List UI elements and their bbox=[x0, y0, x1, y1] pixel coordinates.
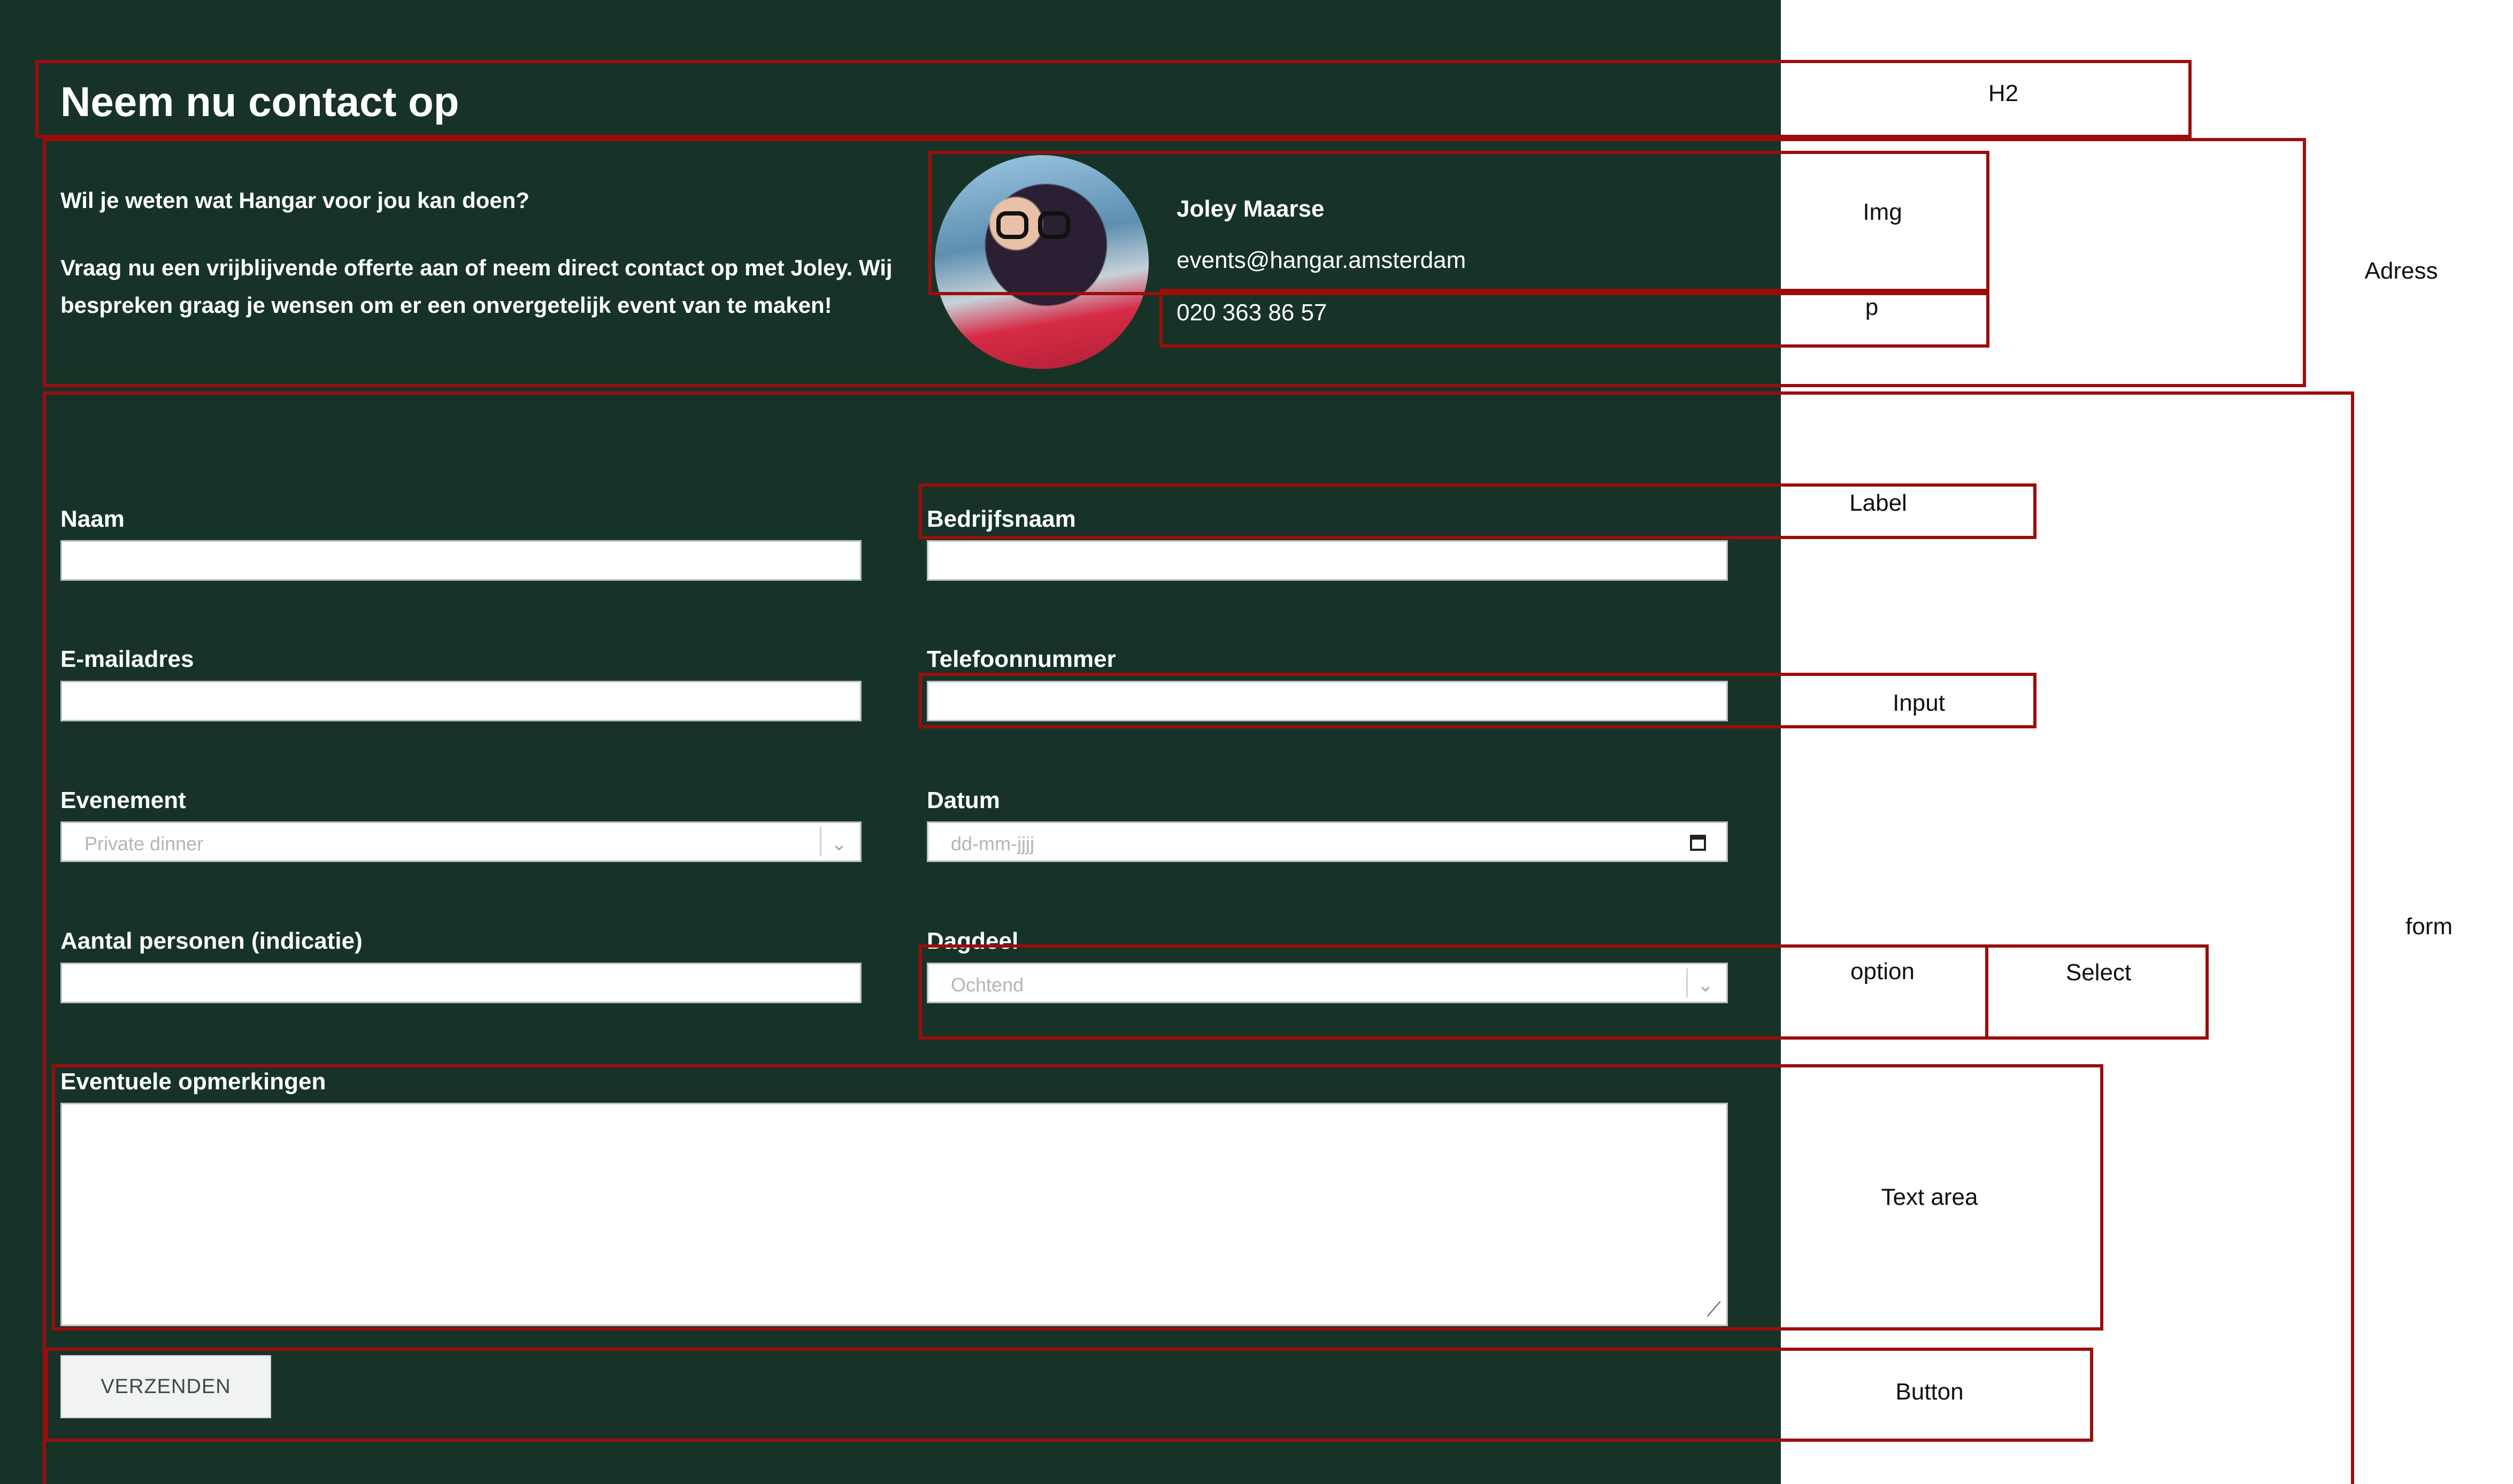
annotation-label-textarea: Text area bbox=[1881, 1184, 1978, 1210]
annotation-box-textarea bbox=[52, 1064, 2103, 1331]
annotation-label-select: Select bbox=[2065, 959, 2132, 986]
annotation-label-option: option bbox=[1850, 958, 1915, 985]
annotation-box-option bbox=[919, 944, 1988, 1040]
annotation-box-select bbox=[1985, 944, 2209, 1040]
annotation-box-h2 bbox=[35, 60, 2192, 138]
annotation-box-bottom-edge bbox=[43, 1439, 46, 1484]
annotation-box-input bbox=[919, 673, 2036, 728]
annotation-label-address: Adress bbox=[2364, 258, 2438, 284]
annotation-label-input: Input bbox=[1893, 690, 1945, 716]
annotation-label-form: form bbox=[2406, 913, 2453, 940]
annotation-box-img bbox=[928, 151, 1989, 295]
annotation-label-button: Button bbox=[1895, 1379, 1964, 1405]
annotation-label-label: Label bbox=[1849, 490, 1907, 516]
annotation-label-img: Img bbox=[1863, 199, 1902, 225]
annotation-label-p: p bbox=[1865, 294, 1879, 320]
annotation-box-button bbox=[45, 1348, 2093, 1442]
annotation-label-h2: H2 bbox=[1988, 80, 2019, 106]
